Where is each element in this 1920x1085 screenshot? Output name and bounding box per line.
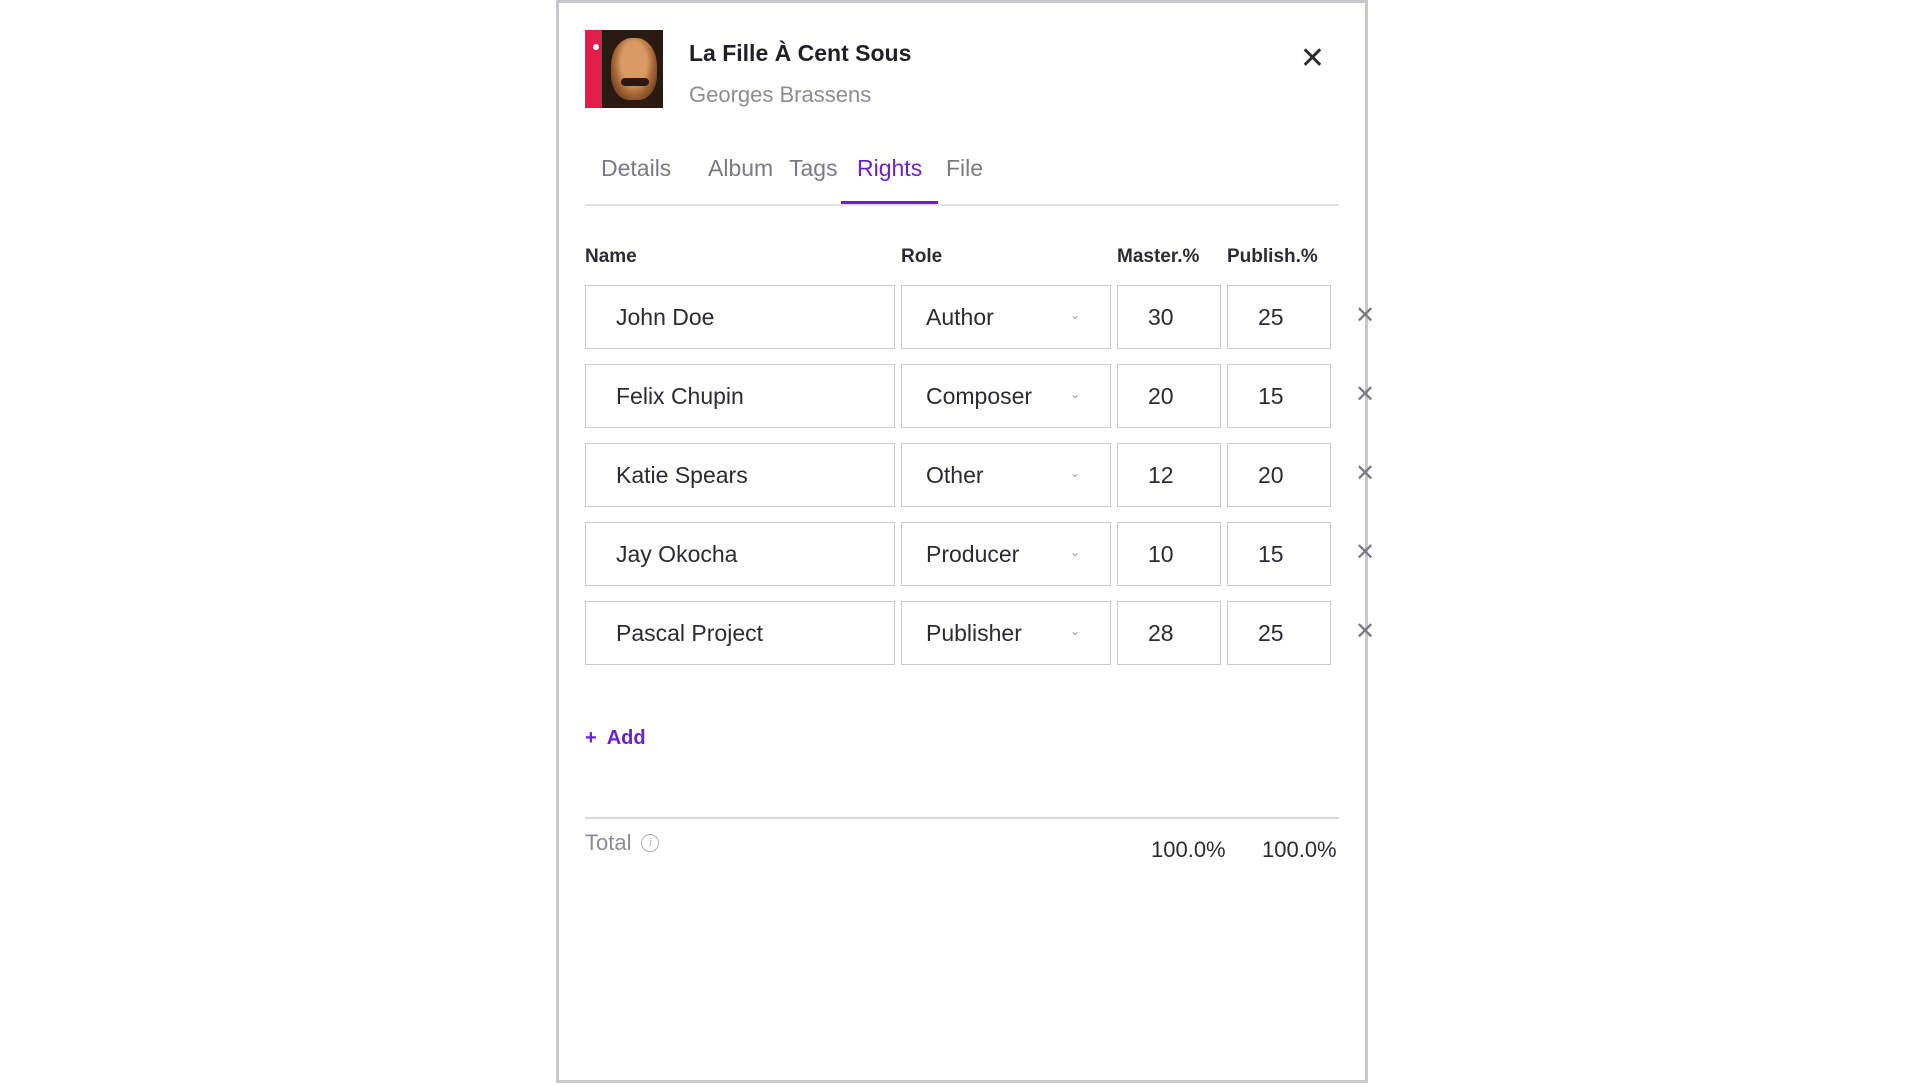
close-icon[interactable]: ✕ xyxy=(1300,44,1325,74)
publish-percent-field[interactable]: 15 xyxy=(1227,364,1331,428)
role-value: Author xyxy=(926,303,994,330)
role-value: Publisher xyxy=(926,619,1022,646)
chevron-down-icon: ⌄ xyxy=(1069,545,1080,559)
master-percent-field[interactable]: 12 xyxy=(1117,443,1221,507)
tab-album[interactable]: Album xyxy=(708,155,773,201)
add-row-button[interactable]: + Add xyxy=(585,727,646,750)
name-field[interactable]: Pascal Project xyxy=(585,601,895,665)
name-field[interactable]: Jay Okocha xyxy=(585,522,895,586)
remove-row-icon[interactable]: ✕ xyxy=(1355,380,1375,409)
role-value: Producer xyxy=(926,540,1020,567)
total-label: Total xyxy=(585,830,632,855)
role-select[interactable]: Other ⌄ xyxy=(901,443,1111,507)
total-publish: 100.0% xyxy=(1262,837,1337,862)
name-field[interactable]: John Doe xyxy=(585,285,895,349)
tab-bar: Details Album Tags Rights File xyxy=(585,141,1339,206)
role-select[interactable]: Publisher ⌄ xyxy=(901,601,1111,665)
album-cover xyxy=(585,30,663,108)
info-icon[interactable]: i xyxy=(641,834,660,852)
role-value: Composer xyxy=(926,382,1033,409)
master-percent-field[interactable]: 30 xyxy=(1117,285,1221,349)
tab-tags[interactable]: Tags xyxy=(789,155,838,201)
track-title: La Fille À Cent Sous xyxy=(689,40,912,66)
chevron-down-icon: ⌄ xyxy=(1069,308,1080,322)
column-header-master: Master.% xyxy=(1117,246,1200,267)
master-percent-field[interactable]: 28 xyxy=(1117,601,1221,665)
master-percent-field[interactable]: 10 xyxy=(1117,522,1221,586)
tab-rights[interactable]: Rights xyxy=(841,155,939,204)
master-percent-field[interactable]: 20 xyxy=(1117,364,1221,428)
total-master: 100.0% xyxy=(1151,837,1226,862)
track-editor-panel: La Fille À Cent Sous Georges Brassens ✕ … xyxy=(556,0,1375,1083)
track-artist: Georges Brassens xyxy=(689,82,872,107)
role-value: Other xyxy=(926,461,984,488)
publish-percent-field[interactable]: 25 xyxy=(1227,601,1331,665)
column-header-role: Role xyxy=(901,246,943,267)
publish-percent-field[interactable]: 15 xyxy=(1227,522,1331,586)
remove-row-icon[interactable]: ✕ xyxy=(1355,617,1375,646)
remove-row-icon[interactable]: ✕ xyxy=(1355,538,1375,567)
column-header-publish: Publish.% xyxy=(1227,246,1318,267)
tab-details[interactable]: Details xyxy=(601,155,671,201)
publish-percent-field[interactable]: 25 xyxy=(1227,285,1331,349)
column-header-name: Name xyxy=(585,246,637,267)
remove-row-icon[interactable]: ✕ xyxy=(1355,459,1375,488)
total-divider xyxy=(585,817,1339,819)
tab-file[interactable]: File xyxy=(946,155,983,201)
publish-percent-field[interactable]: 20 xyxy=(1227,443,1331,507)
chevron-down-icon: ⌄ xyxy=(1069,387,1080,401)
track-header: La Fille À Cent Sous Georges Brassens ✕ xyxy=(585,30,1339,112)
role-select[interactable]: Composer ⌄ xyxy=(901,364,1111,428)
total-row: Total i xyxy=(585,830,660,856)
plus-icon: + xyxy=(585,727,597,749)
add-label: Add xyxy=(606,727,646,749)
remove-row-icon[interactable]: ✕ xyxy=(1355,301,1375,330)
role-select[interactable]: Producer ⌄ xyxy=(901,522,1111,586)
role-select[interactable]: Author ⌄ xyxy=(901,285,1111,349)
chevron-down-icon: ⌄ xyxy=(1069,466,1080,480)
name-field[interactable]: Felix Chupin xyxy=(585,364,895,428)
name-field[interactable]: Katie Spears xyxy=(585,443,895,507)
chevron-down-icon: ⌄ xyxy=(1069,624,1080,638)
